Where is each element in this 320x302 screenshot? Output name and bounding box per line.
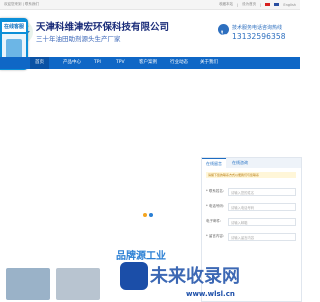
phone-label: 技术服务电话咨询热线 xyxy=(232,25,283,31)
tab-leave-message[interactable]: 在线留言 xyxy=(202,158,226,169)
name-field[interactable]: 请输入您的姓名 xyxy=(228,188,296,196)
company-name: 天津科维津宏环保科技有限公司 xyxy=(36,22,170,33)
email-field[interactable]: 请输入邮箱 xyxy=(228,218,296,226)
form-tabs: 在线留言 在线咨询 xyxy=(202,158,301,169)
nav-item-home[interactable]: 首页 xyxy=(30,57,49,69)
welcome-text: 欢迎您来到 | 联系我们 xyxy=(4,2,39,6)
divider: | xyxy=(260,2,262,7)
loading-indicator xyxy=(143,213,153,217)
name-label: * 联系姓名: xyxy=(206,189,225,193)
phone-number[interactable]: 13132596358 xyxy=(232,32,286,41)
section-title: 品牌源工业 xyxy=(116,251,166,262)
form-notice: 请留下您的联系方式以便我们与您联系 xyxy=(206,172,296,178)
nav-item-tpv[interactable]: TPV xyxy=(116,57,125,69)
product-thumbnail[interactable] xyxy=(56,268,100,300)
nav-item-about[interactable]: 关于我们 xyxy=(200,57,218,69)
main-nav: 首页 产品中心 TPI TPV 客户案例 行业动态 关于我们 xyxy=(0,57,300,69)
nav-item-tpi[interactable]: TPI xyxy=(94,57,101,69)
phone-field[interactable]: 请输入电话号码 xyxy=(228,203,296,211)
form-row-message: * 留言内容: 请输入留言内容 xyxy=(206,233,298,242)
loading-dot xyxy=(143,213,147,217)
flag-en-icon[interactable] xyxy=(274,2,280,7)
form-row-email: 电子邮件: 请输入邮箱 xyxy=(206,218,298,227)
favorite-link[interactable]: 收藏本站 xyxy=(219,2,233,7)
company-slogan: 三十年油田助剂源头生产厂家 xyxy=(36,35,121,43)
message-label: * 留言内容: xyxy=(206,234,225,238)
phone-field-label: * 电话号码: xyxy=(206,204,225,208)
watermark-text: 未来收录网 xyxy=(150,266,240,287)
form-row-phone: * 电话号码: 请输入电话号码 xyxy=(206,203,298,212)
watermark-logo xyxy=(120,262,148,290)
product-thumbnail[interactable] xyxy=(6,268,50,300)
set-home-link[interactable]: 设为首页 xyxy=(242,2,256,7)
watermark-url: www.wlsl.cn xyxy=(186,290,235,298)
email-label: 电子邮件: xyxy=(206,219,222,223)
loading-dot xyxy=(149,213,153,217)
top-utility-bar: 欢迎您来到 | 联系我们 收藏本站 | 设为首页 | English xyxy=(0,0,300,10)
badge-label: 在线客服 xyxy=(2,22,26,32)
form-row-name: * 联系姓名: 请输入您的姓名 xyxy=(206,188,298,197)
nav-item-cases[interactable]: 客户案例 xyxy=(139,57,157,69)
nav-item-products[interactable]: 产品中心 xyxy=(63,57,81,69)
flag-cn-icon[interactable] xyxy=(265,2,271,7)
message-field[interactable]: 请输入留言内容 xyxy=(228,233,296,241)
phone-icon xyxy=(218,24,229,36)
english-link[interactable]: English xyxy=(283,3,296,7)
tab-online-consult[interactable]: 在线咨询 xyxy=(228,158,252,168)
top-links: 收藏本站 | 设为首页 | English xyxy=(219,2,296,7)
divider: | xyxy=(236,2,239,7)
nav-item-news[interactable]: 行业动态 xyxy=(170,57,188,69)
